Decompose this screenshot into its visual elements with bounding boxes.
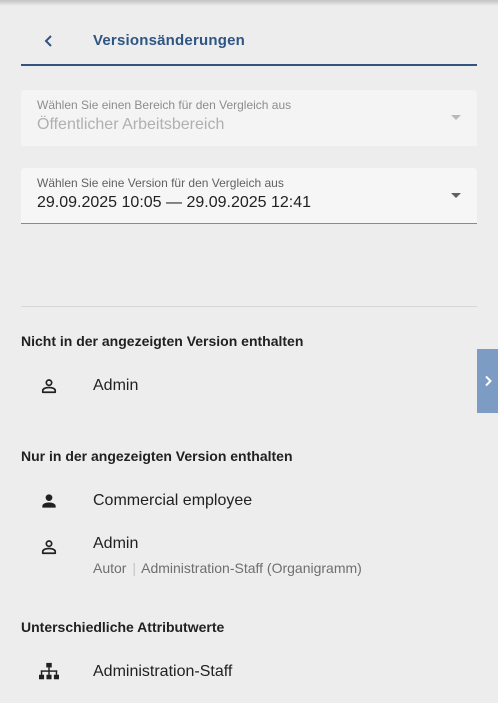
list-item[interactable]: Administration-Staff	[21, 658, 477, 688]
list-item-title: Commercial employee	[93, 492, 253, 509]
version-select[interactable]: Wählen Sie eine Version für den Vergleic…	[21, 168, 477, 224]
list-item[interactable]: Commercial employee	[21, 487, 477, 517]
area-select-value: Öffentlicher Arbeitsbereich	[37, 116, 225, 133]
dropdown-arrow-icon[interactable]	[451, 115, 461, 120]
person-filled-icon	[37, 489, 61, 513]
dropdown-arrow-icon[interactable]	[451, 193, 461, 198]
list-item[interactable]: Admin Autor | Administration-Staff (Orga…	[21, 531, 477, 579]
person-outline-icon	[37, 535, 61, 559]
version-select-value: 29.09.2025 10:05 — 29.09.2025 12:41	[37, 194, 312, 211]
side-panel-toggle-button[interactable]	[477, 349, 498, 413]
list-item-title: Admin	[93, 535, 139, 552]
context-text: Administration-Staff (Organigramm)	[141, 560, 362, 576]
area-select-label: Wählen Sie einen Bereich für den Verglei…	[37, 98, 292, 112]
top-shadow	[0, 0, 498, 6]
list-item[interactable]: Admin	[21, 372, 477, 402]
list-item-title: Admin	[93, 377, 139, 394]
section-title-only-in-version: Nur in der angezeigten Version enthalten	[21, 448, 293, 464]
chevron-left-icon	[44, 35, 52, 47]
separator: |	[132, 560, 136, 576]
org-chart-icon	[37, 660, 61, 684]
person-outline-icon	[37, 374, 61, 398]
divider	[21, 306, 477, 307]
area-select[interactable]: Wählen Sie einen Bereich für den Verglei…	[21, 90, 477, 146]
chevron-right-icon	[484, 375, 492, 387]
list-item-title: Administration-Staff	[93, 663, 233, 680]
page-title: Versionsänderungen	[93, 32, 245, 49]
role-text: Autor	[93, 560, 127, 576]
version-select-label: Wählen Sie eine Version für den Vergleic…	[37, 176, 284, 190]
list-item-subtitle: Autor | Administration-Staff (Organigram…	[93, 560, 362, 576]
section-title-not-in-version: Nicht in der angezeigten Version enthalt…	[21, 333, 304, 349]
page-header: Versionsänderungen	[21, 22, 477, 66]
back-button[interactable]	[37, 26, 61, 56]
section-title-different-attributes: Unterschiedliche Attributwerte	[21, 619, 225, 635]
